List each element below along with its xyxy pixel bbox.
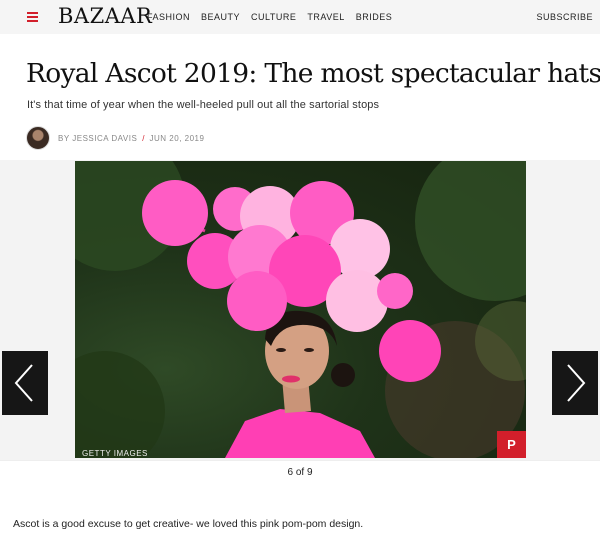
nav-link-fashion[interactable]: FASHION [147, 12, 190, 22]
byline-separator: / [142, 133, 145, 143]
pinterest-button[interactable]: P [497, 431, 526, 458]
photo-credit: GETTY IMAGES [82, 449, 148, 458]
author-avatar[interactable] [26, 126, 50, 150]
subscribe-link[interactable]: SUBSCRIBE [536, 12, 593, 22]
nav-link-travel[interactable]: TRAVEL [307, 12, 344, 22]
section-links: FASHION BEAUTY CULTURE TRAVEL BRIDES [147, 12, 403, 22]
article-title: Royal Ascot 2019: The most spectacular h… [26, 58, 600, 89]
site-logo[interactable]: BAZAAR [58, 4, 152, 28]
chevron-right-icon [567, 364, 586, 402]
photo-illustration [75, 161, 526, 458]
slide-counter: 6 of 9 [287, 467, 313, 478]
byline: BY JESSICA DAVIS / JUN 20, 2019 [26, 126, 204, 150]
slide-caption: Ascot is a good excuse to get creative- … [13, 518, 364, 530]
publish-date: JUN 20, 2019 [149, 133, 205, 143]
article-dek: It's that time of year when the well-hee… [27, 99, 380, 111]
nav-link-culture[interactable]: CULTURE [251, 12, 296, 22]
chevron-left-icon [14, 364, 33, 402]
pinterest-icon: P [507, 437, 516, 452]
next-slide-button[interactable] [552, 351, 598, 415]
top-nav: BAZAAR FASHION BEAUTY CULTURE TRAVEL BRI… [0, 0, 600, 34]
hamburger-icon[interactable] [27, 12, 38, 22]
previous-slide-button[interactable] [2, 351, 48, 415]
gallery-photo[interactable] [75, 161, 526, 458]
nav-link-brides[interactable]: BRIDES [356, 12, 393, 22]
nav-link-beauty[interactable]: BEAUTY [201, 12, 240, 22]
author-name[interactable]: BY JESSICA DAVIS [58, 134, 137, 143]
